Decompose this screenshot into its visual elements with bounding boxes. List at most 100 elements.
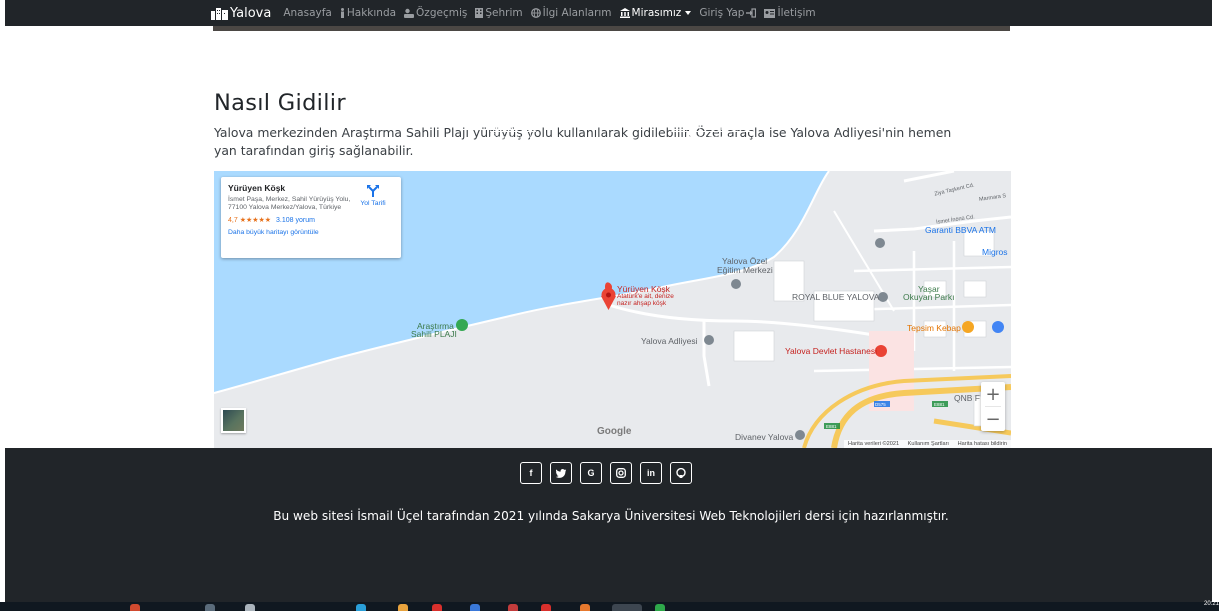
taskbar-app-icon[interactable] xyxy=(205,604,215,611)
github-icon[interactable] xyxy=(670,462,692,484)
larger-map-link[interactable]: Daha büyük haritayı görüntüle xyxy=(228,229,394,236)
nav-hakkinda[interactable]: Hakkında xyxy=(340,7,396,19)
nav-giris-yap-label: Giriş Yap xyxy=(699,7,745,19)
taskbar-active-app-icon[interactable] xyxy=(612,604,642,611)
nav-anasayfa-label: Anasayfa xyxy=(283,7,332,19)
login-icon xyxy=(746,8,757,18)
map-pin-subtitle-1: Atatürk'e ait, denize xyxy=(617,293,674,300)
taskbar-app-icon[interactable] xyxy=(356,604,366,611)
map-label-arastirma-2: Sahili PLAJI xyxy=(411,329,457,339)
footer: f G in Bu web sitesi İsmail Üçel tarafın… xyxy=(5,448,1212,602)
rating-stars-icon: ★★★★★ xyxy=(239,217,272,224)
map-label-divanev: Divanev Yalova xyxy=(735,432,794,442)
footer-links-column-1: LINKLER Anasayfa Hakkında Özgeçmiş xyxy=(478,90,548,147)
nav-ozgecmis[interactable]: Özgeçmiş xyxy=(404,7,467,19)
nav-giris-yap[interactable]: Giriş Yap xyxy=(699,7,757,19)
directions-label: Yol Tarifi xyxy=(360,200,386,207)
map-label-qnb: QNB F xyxy=(954,393,980,403)
nav-iletisim[interactable]: İletişim xyxy=(764,7,816,19)
contact-card-icon xyxy=(764,8,776,18)
footer-link-ozgecmis-2[interactable]: Özgeçmiş xyxy=(662,134,762,147)
taskbar-app-icon[interactable] xyxy=(655,604,665,611)
twitter-bird-glyph xyxy=(555,468,566,478)
taskbar-app-icon[interactable] xyxy=(470,604,480,611)
profile-icon xyxy=(404,8,415,18)
nav-ozgecmis-label: Özgeçmiş xyxy=(416,7,468,19)
footer-column-title: LINKLER xyxy=(486,90,540,105)
nav-ilgi-alanlarim[interactable]: İlgi Alanlarım xyxy=(530,7,612,19)
taskbar-app-icon[interactable] xyxy=(432,604,442,611)
taskbar-app-icon[interactable] xyxy=(508,604,518,611)
map-label-yasar-2: Okuyan Parkı xyxy=(903,292,955,302)
header-image-strip xyxy=(213,26,1010,31)
os-taskbar xyxy=(0,602,1219,611)
place-rating: 4,7 ★★★★★ 3.108 yorum xyxy=(228,216,394,224)
map-label-garanti: Garanti BBVA ATM xyxy=(925,225,997,235)
place-address: İsmet Paşa, Merkez, Sahil Yürüyüş Yolu, … xyxy=(228,196,351,211)
footer-link-ozgecmis[interactable]: Özgeçmiş xyxy=(478,134,548,147)
page-description: Yalova merkezinden Araştırma Sahili Plaj… xyxy=(214,125,952,158)
facebook-icon[interactable]: f xyxy=(520,462,542,484)
terms-link[interactable]: Kullanım Şartları xyxy=(908,441,949,447)
review-count-link[interactable]: 3.108 yorum xyxy=(276,217,315,224)
zoom-in-button[interactable]: + xyxy=(981,382,1005,406)
map-label-hastane: Yalova Devlet Hastanesi xyxy=(785,346,877,356)
rating-value: 4,7 xyxy=(228,217,238,224)
footer-link-hakkinda[interactable]: Hakkında xyxy=(478,122,548,135)
directions-button[interactable]: Yol Tarifi xyxy=(353,184,393,207)
taskbar-app-icon[interactable] xyxy=(245,604,255,611)
attribution-data: Harita verileri ©2021 xyxy=(848,441,900,447)
map-label-royal-blue: ROYAL BLUE YALOVA xyxy=(792,292,880,302)
satellite-toggle[interactable] xyxy=(221,408,246,433)
linkedin-icon[interactable]: in xyxy=(640,462,662,484)
footer-link-futbol-takimimiz[interactable]: Futbol Takımımız xyxy=(662,122,762,135)
person-icon xyxy=(340,8,344,18)
footer-link-yuruyen-kosk[interactable]: Yürüyen Köşk xyxy=(662,109,762,122)
city-icon xyxy=(211,7,228,20)
map-label-ozel-2: Eğitim Merkezi xyxy=(717,265,773,275)
brand-label: Yalova xyxy=(230,5,272,21)
map-label-tepsim: Tepsim Kebap xyxy=(907,323,961,333)
map-pin-subtitle-2: nazır ahşap köşk xyxy=(617,300,667,307)
brand-link[interactable]: Yalova xyxy=(211,6,271,21)
road-shield-d575: D575 xyxy=(875,402,886,407)
map-label-migros: Migros xyxy=(982,247,1008,257)
directions-icon xyxy=(367,185,379,197)
building-icon xyxy=(475,8,484,18)
taskbar-app-icon[interactable] xyxy=(398,604,408,611)
map-attribution: Harita verileri ©2021 Kullanım Şartları … xyxy=(844,440,1011,448)
map-label-adliye: Yalova Adliyesi xyxy=(641,336,698,346)
page: Yalova Anasayfa Hakkında Özgeçmiş Şehrim… xyxy=(0,0,1219,611)
footer-column-title: LINKLER xyxy=(685,90,739,105)
page-title: Nasıl Gidilir xyxy=(214,90,346,116)
instagram-glyph xyxy=(616,468,626,478)
taskbar-app-icon[interactable] xyxy=(130,604,140,611)
footer-link-anasayfa[interactable]: Anasayfa xyxy=(478,109,548,122)
taskbar-app-icon[interactable] xyxy=(580,604,590,611)
zoom-controls: + − xyxy=(981,382,1005,431)
social-links: f G in xyxy=(520,462,700,484)
road-shield-e881-b: E881 xyxy=(826,424,837,429)
landmark-icon xyxy=(619,8,630,18)
nav-ilgi-alanlarim-label: İlgi Alanlarım xyxy=(542,7,612,19)
nav-mirasimiz-label: Mirasımız xyxy=(631,7,682,19)
embedded-map[interactable]: Yürüyen Köşk İsmet Paşa, Merkez, Sahil Y… xyxy=(214,171,1011,448)
nav-iletisim-label: İletişim xyxy=(777,7,816,19)
road-shield-e881-a: E881 xyxy=(934,402,945,407)
nav-mirasimiz-dropdown[interactable]: Mirasımız xyxy=(619,7,692,19)
twitter-icon[interactable] xyxy=(550,462,572,484)
nav-sehrim[interactable]: Şehrim xyxy=(475,7,523,19)
footer-credit-text: Bu web sitesi İsmail Üçel tarafından 202… xyxy=(273,509,949,523)
zoom-out-button[interactable]: − xyxy=(981,407,1005,431)
nav-inner: Yalova Anasayfa Hakkında Özgeçmiş Şehrim… xyxy=(211,0,824,26)
google-logo: Google xyxy=(597,426,632,437)
place-info-card: Yürüyen Köşk İsmet Paşa, Merkez, Sahil Y… xyxy=(221,177,401,258)
google-icon[interactable]: G xyxy=(580,462,602,484)
nav-sehrim-label: Şehrim xyxy=(485,7,523,19)
taskbar-app-icon[interactable] xyxy=(541,604,551,611)
footer-links-column-2: LINKLER Yürüyen Köşk Futbol Takımımız Öz… xyxy=(662,90,762,147)
nav-anasayfa[interactable]: Anasayfa xyxy=(283,7,332,19)
instagram-icon[interactable] xyxy=(610,462,632,484)
report-error-link[interactable]: Harita hatası bildirin xyxy=(958,441,1007,447)
github-glyph xyxy=(676,468,686,478)
